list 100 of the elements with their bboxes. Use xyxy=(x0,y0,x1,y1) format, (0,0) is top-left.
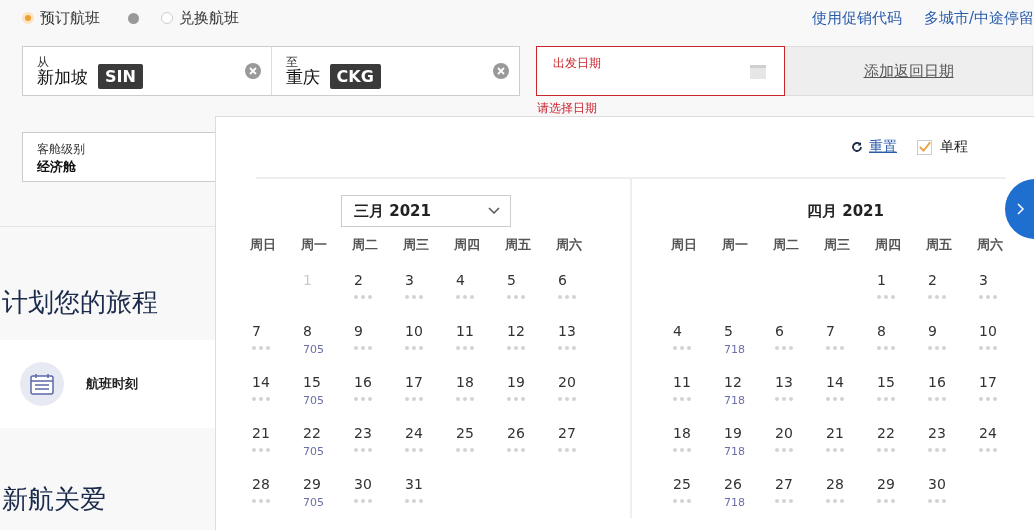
day-number[interactable]: 20 xyxy=(558,374,576,390)
clear-icon[interactable] xyxy=(244,63,261,79)
departure-date-field[interactable]: 出发日期 xyxy=(536,46,785,96)
day-number[interactable]: 18 xyxy=(673,425,691,441)
weekday-label: 周三 xyxy=(823,236,851,254)
day-number[interactable]: 19 xyxy=(507,374,525,390)
loading-dots-icon xyxy=(877,448,895,452)
day-number[interactable]: 15 xyxy=(877,374,895,390)
clear-icon[interactable] xyxy=(493,63,509,79)
text-link[interactable]: 使用促销代码 xyxy=(811,8,902,28)
day-number[interactable]: 16 xyxy=(928,374,946,390)
loading-dots-icon xyxy=(354,448,372,452)
day-number[interactable]: 23 xyxy=(354,425,372,441)
loading-dots-icon xyxy=(405,397,423,401)
day-number[interactable]: 1 xyxy=(877,272,886,288)
day-number[interactable]: 30 xyxy=(928,476,946,492)
day-number[interactable]: 9 xyxy=(928,323,937,339)
day-number[interactable]: 9 xyxy=(354,323,363,339)
day-number[interactable]: 14 xyxy=(826,374,844,390)
month-select[interactable]: 三月 2021 xyxy=(341,195,511,227)
fare-price: 705 xyxy=(303,394,324,407)
day-number[interactable]: 18 xyxy=(456,374,474,390)
day-number[interactable]: 6 xyxy=(558,272,567,288)
day-number[interactable]: 15 xyxy=(303,374,321,390)
day-number[interactable]: 30 xyxy=(354,476,372,492)
day-number[interactable]: 10 xyxy=(979,323,997,339)
weekday-label: 周三 xyxy=(402,236,430,254)
loading-dots-icon xyxy=(558,295,576,299)
error-message: 请选择日期 xyxy=(537,100,598,117)
day-number[interactable]: 25 xyxy=(456,425,474,441)
day-number[interactable]: 23 xyxy=(928,425,946,441)
day-number[interactable]: 27 xyxy=(558,425,576,441)
airport-code: CKG xyxy=(329,63,381,89)
loading-dots-icon xyxy=(252,448,270,452)
trip-type-radio[interactable]: 兑换航班 xyxy=(161,8,239,28)
day-number[interactable]: 26 xyxy=(724,476,742,492)
day-number[interactable]: 25 xyxy=(673,476,691,492)
info-icon[interactable] xyxy=(128,12,139,24)
day-number[interactable]: 22 xyxy=(303,425,321,441)
day-number[interactable]: 11 xyxy=(456,323,474,339)
day-number[interactable]: 29 xyxy=(303,476,321,492)
day-number[interactable]: 14 xyxy=(252,374,270,390)
day-number[interactable]: 10 xyxy=(405,323,423,339)
fare-price: 718 xyxy=(724,496,745,509)
loading-dots-icon xyxy=(456,448,474,452)
day-number[interactable]: 27 xyxy=(775,476,793,492)
day-number[interactable]: 20 xyxy=(775,425,793,441)
day-number[interactable]: 28 xyxy=(252,476,270,492)
day-number[interactable]: 6 xyxy=(775,323,784,339)
text-link[interactable]: 多城市/中途停留 xyxy=(923,8,1034,28)
trip-type-radio[interactable]: 预订航班 xyxy=(22,8,100,28)
day-number[interactable]: 19 xyxy=(724,425,742,441)
loading-dots-icon xyxy=(775,499,793,503)
loading-dots-icon xyxy=(877,397,895,401)
day-number[interactable]: 24 xyxy=(979,425,997,441)
day-number[interactable]: 21 xyxy=(252,425,270,441)
day-number[interactable]: 31 xyxy=(405,476,423,492)
loading-dots-icon xyxy=(877,295,895,299)
plan-card[interactable]: 航班时刻 xyxy=(0,340,215,428)
day-number[interactable]: 3 xyxy=(979,272,988,288)
day-number[interactable]: 2 xyxy=(928,272,937,288)
day-number[interactable]: 3 xyxy=(405,272,414,288)
day-number[interactable]: 13 xyxy=(775,374,793,390)
loading-dots-icon xyxy=(405,346,423,350)
section-heading: 新航关爱 xyxy=(1,483,107,516)
one-way-checkbox[interactable]: 单程 xyxy=(917,138,968,156)
day-number[interactable]: 7 xyxy=(252,323,261,339)
weekday-label: 周六 xyxy=(976,236,1004,254)
day-number[interactable]: 13 xyxy=(558,323,576,339)
loading-dots-icon xyxy=(928,448,946,452)
fare-price: 705 xyxy=(303,496,324,509)
loading-dots-icon xyxy=(826,397,844,401)
day-number[interactable]: 17 xyxy=(979,374,997,390)
fare-price: 718 xyxy=(724,343,745,356)
day-number[interactable]: 4 xyxy=(456,272,465,288)
loading-dots-icon xyxy=(558,346,576,350)
day-number[interactable]: 2 xyxy=(354,272,363,288)
day-number[interactable]: 8 xyxy=(303,323,312,339)
add-return-date-button[interactable]: 添加返回日期 xyxy=(785,46,1033,96)
day-number[interactable]: 26 xyxy=(507,425,525,441)
day-number[interactable]: 12 xyxy=(724,374,742,390)
day-number[interactable]: 17 xyxy=(405,374,423,390)
day-number[interactable]: 11 xyxy=(673,374,691,390)
cabin-class-field[interactable]: 客舱级别 经济舱 xyxy=(22,132,216,182)
reset-link[interactable]: 重置 xyxy=(851,138,897,156)
day-number[interactable]: 29 xyxy=(877,476,895,492)
day-number[interactable]: 5 xyxy=(507,272,516,288)
day-number[interactable]: 8 xyxy=(877,323,886,339)
day-number[interactable]: 28 xyxy=(826,476,844,492)
day-number[interactable]: 5 xyxy=(724,323,733,339)
day-number[interactable]: 24 xyxy=(405,425,423,441)
day-number[interactable]: 4 xyxy=(673,323,682,339)
day-number[interactable]: 22 xyxy=(877,425,895,441)
day-number[interactable]: 7 xyxy=(826,323,835,339)
day-number[interactable]: 12 xyxy=(507,323,525,339)
day-number[interactable]: 21 xyxy=(826,425,844,441)
weekday-label: 周二 xyxy=(351,236,379,254)
route-field[interactable]: 从 新加坡 SIN 至 重庆 CKG xyxy=(22,46,520,96)
day-number[interactable]: 16 xyxy=(354,374,372,390)
loading-dots-icon xyxy=(673,499,691,503)
